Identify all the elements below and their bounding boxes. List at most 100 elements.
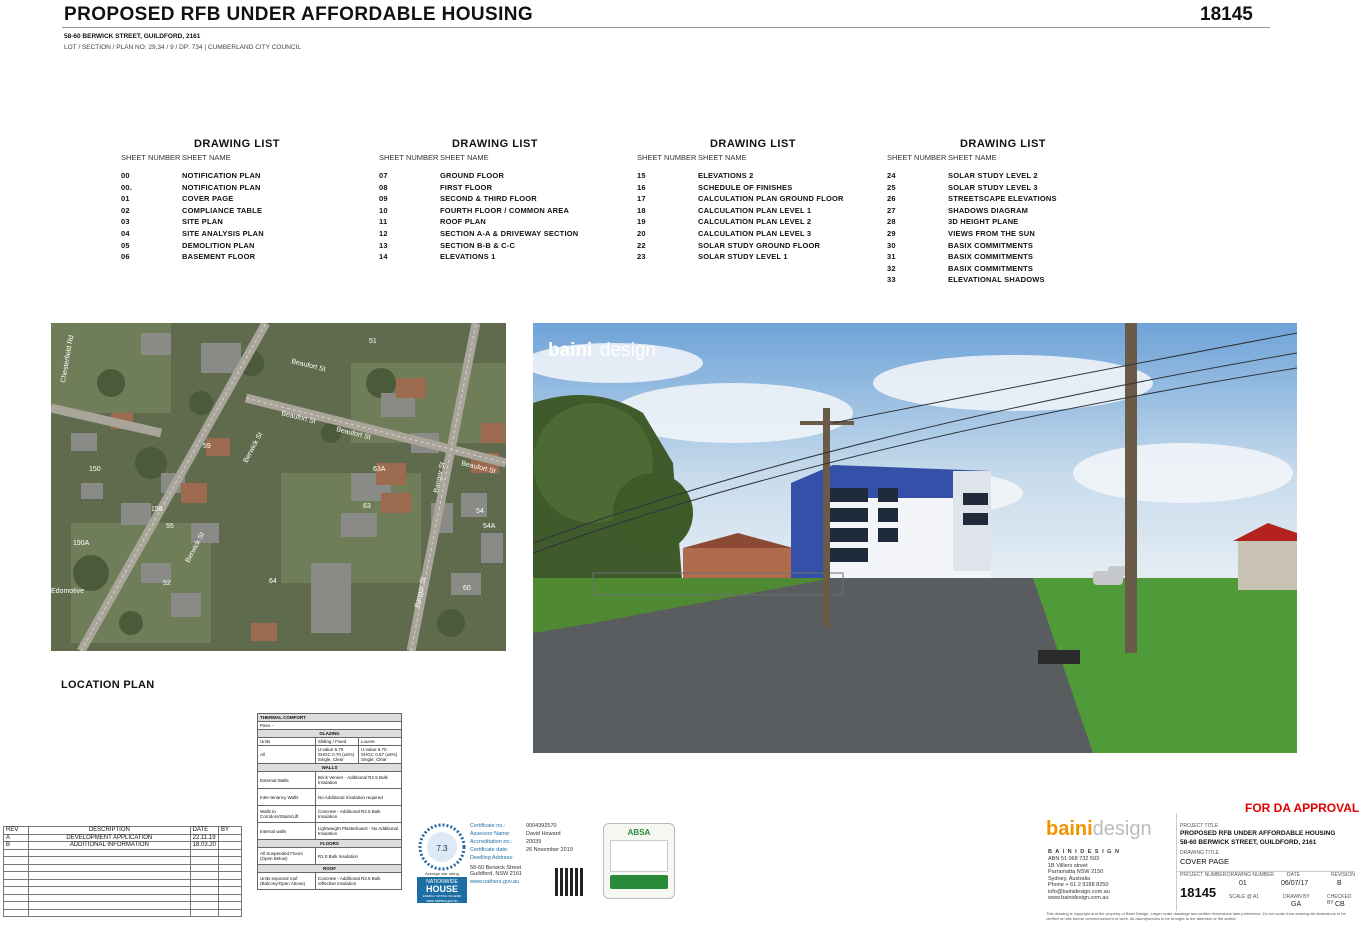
sheet-name: VIEWS FROM THE SUN — [948, 228, 1035, 238]
thermal-row: Units exposed roof (Balcony/Open Above) C… — [257, 872, 403, 890]
absa-badge: ABSA — [603, 823, 675, 899]
drawing-list-item: 11 ROOF PLAN — [379, 216, 639, 228]
field-label: SCALE @ A1 — [1229, 894, 1260, 900]
svg-text:www.nathers.gov.au: www.nathers.gov.au — [426, 899, 457, 903]
revision-cell: A — [3, 833, 29, 842]
drawing-list-item: 10 FOURTH FLOOR / COMMON AREA — [379, 205, 639, 217]
glazing-cell: U-value 6.70 SHGC 0.57 (±5%) Single, Cle… — [357, 745, 403, 764]
field-value: 01 — [1239, 880, 1247, 887]
thermal-title: THERMAL COMFORT — [257, 713, 402, 722]
sheet-name: CALCULATION PLAN LEVEL 1 — [698, 205, 812, 215]
revision-row: B ADDITIONAL INFORMATION 18.03.20 — [3, 841, 242, 850]
absa-details-box — [610, 840, 668, 872]
sheet-number: 26 — [887, 194, 896, 204]
nathers-label: Certificate no.: — [470, 823, 506, 829]
map-house-label: 54A — [483, 523, 496, 530]
project-title: PROPOSED RFB UNDER AFFORDABLE HOUSING — [1180, 830, 1336, 837]
drawing-list-item: 04 SITE ANALYSIS PLAN — [121, 228, 381, 240]
thermal-row: Internal walls Lightweight Plasterboard -… — [257, 822, 403, 840]
sheet-name: BASIX COMMITMENTS — [948, 263, 1034, 273]
thermal-item: Walls to Corridors/Stairs/Lift — [257, 805, 316, 823]
revision-row-blank — [3, 848, 242, 857]
titleblock-brand-bold: baini — [1046, 818, 1093, 840]
aerial-map-graphic: Beaufort St Beaufort St Beaufort St Berw… — [51, 323, 506, 651]
project-address: 58-60 BERWICK STREET, GUILDFORD, 2161 — [1180, 839, 1317, 846]
thermal-section-heading: ROOF — [257, 864, 402, 873]
drawing-list-item: 02 COMPLIANCE TABLE — [121, 205, 381, 217]
sheet-name: BASIX COMMITMENTS — [948, 240, 1034, 250]
sheet-number: 11 — [379, 217, 388, 227]
glazing-cell: All — [257, 745, 316, 764]
nathers-address: 58-60 Berwick Street Guildford, NSW 2161 — [470, 865, 522, 877]
drawing-list-column: DRAWING LIST SHEET NUMBER SHEET NAME 15 ELEV… — [637, 138, 897, 263]
drawing-list-item: 15 ELEVATIONS 2 — [637, 170, 897, 182]
nathers-label: Dwelling Address: — [470, 855, 514, 861]
drawing-list-header: SHEET NUMBER SHEET NAME — [379, 153, 639, 162]
revision-table: REV DESCRIPTION DATE BY A DEVELOPMENT APP… — [3, 826, 242, 917]
sheet-name: FOURTH FLOOR / COMMON AREA — [440, 205, 570, 215]
nathers-row: Certificate no.: 0004392570 — [470, 823, 590, 831]
revision-cell — [218, 841, 242, 850]
col-sheet-name: SHEET NAME — [948, 153, 997, 162]
rev-header: BY — [218, 826, 242, 835]
absa-footer-bar — [610, 875, 668, 889]
thermal-item: External Walls — [257, 771, 316, 789]
thermal-item: Units exposed roof (Balcony/Open Above) — [257, 872, 316, 890]
thermal-comfort-table: THERMAL COMFORT Pass -- GLAZING Units Sl… — [257, 713, 403, 890]
map-house-label: 63 — [363, 503, 371, 510]
drawing-list-item: 13 SECTION B-B & C-C — [379, 240, 639, 252]
sheet-number: 28 — [887, 217, 896, 227]
nathers-label: Assessor Name: — [470, 831, 511, 837]
revision-cell: 22.11.19 — [189, 833, 220, 842]
map-house-label: 60 — [463, 585, 471, 592]
thermal-row: Walls to Corridors/Stairs/Lift Concrete -… — [257, 805, 403, 823]
glazing-cell: U-value 6.70 SHGC 0.70 (±5%) Single, Cle… — [314, 745, 359, 764]
thermal-spec: R1.0 Bulk Insulation — [314, 847, 403, 865]
nathers-value: 0004392570 — [526, 823, 557, 829]
svg-text:7.3: 7.3 — [436, 844, 448, 853]
drawing-list-heading: DRAWING LIST — [709, 138, 797, 150]
revision-row-blank — [3, 863, 242, 872]
thermal-section-heading: FLOORS — [257, 839, 402, 848]
titleblock-fields: PROJECT NUMBER 18145 DRAWING NUMBER 01 D… — [1176, 871, 1355, 911]
col-sheet-name: SHEET NAME — [440, 153, 489, 162]
nathers-badge: 7.3 Average star rating NATIONWIDE HOUSE… — [416, 823, 468, 905]
sheet-title: PROPOSED RFB UNDER AFFORDABLE HOUSING — [64, 4, 534, 25]
field-value: CB — [1335, 901, 1345, 908]
field-label: DATE — [1287, 872, 1300, 878]
sheet-number: 31 — [887, 252, 896, 262]
absa-logo: ABSA — [627, 828, 651, 837]
drawing-list-item: 07 GROUND FLOOR — [379, 170, 639, 182]
sheet-name: STREETSCAPE ELEVATIONS — [948, 194, 1057, 204]
sheet-name: BASEMENT FLOOR — [182, 252, 256, 262]
drawing-title: COVER PAGE — [1180, 857, 1230, 866]
revision-cell — [218, 833, 242, 842]
field-value: 06/07/17 — [1281, 880, 1309, 887]
sheet-name: BASIX COMMITMENTS — [948, 252, 1034, 262]
sheet-number: 12 — [379, 228, 388, 238]
revision-row-blank — [3, 871, 242, 880]
field-label: REVISION — [1331, 872, 1355, 878]
map-house-label: 54 — [476, 508, 484, 515]
col-sheet-name: SHEET NAME — [698, 153, 747, 162]
lot-details: LOT / SECTION / PLAN NO: 29,34 / 9 / DP:… — [64, 44, 301, 51]
nathers-label: Certificate date: — [470, 847, 509, 853]
sheet-name: SECTION A-A & DRIVEWAY SECTION — [440, 228, 579, 238]
drawing-list-item: 31 BASIX COMMITMENTS — [887, 251, 1147, 263]
drawing-list-item: 17 CALCULATION PLAN GROUND FLOOR — [637, 193, 897, 205]
sheet-number: 04 — [121, 228, 130, 238]
map-house-label: 51 — [369, 338, 377, 345]
sheet-number: 09 — [379, 194, 388, 204]
drawing-list-header: SHEET NUMBER SHEET NAME — [887, 153, 1147, 162]
sheet-number: 25 — [887, 182, 896, 192]
nathers-row: Certificate date: 26 November 2019 — [470, 847, 590, 855]
qr-code-icon — [555, 868, 583, 896]
map-house-label: 156 — [151, 506, 163, 513]
thermal-spec: Concrete - Additional R2.5 Bulk reflecti… — [314, 872, 403, 890]
thermal-row: External Walls Brick Veneer - Additional … — [257, 771, 403, 789]
map-house-label: 63A — [373, 466, 386, 473]
sheet-number: 23 — [637, 252, 646, 262]
sheet-name: ROOF PLAN — [440, 217, 486, 227]
field-label: PROJECT NUMBER — [1180, 872, 1227, 878]
sheet-number: 29 — [887, 228, 896, 238]
